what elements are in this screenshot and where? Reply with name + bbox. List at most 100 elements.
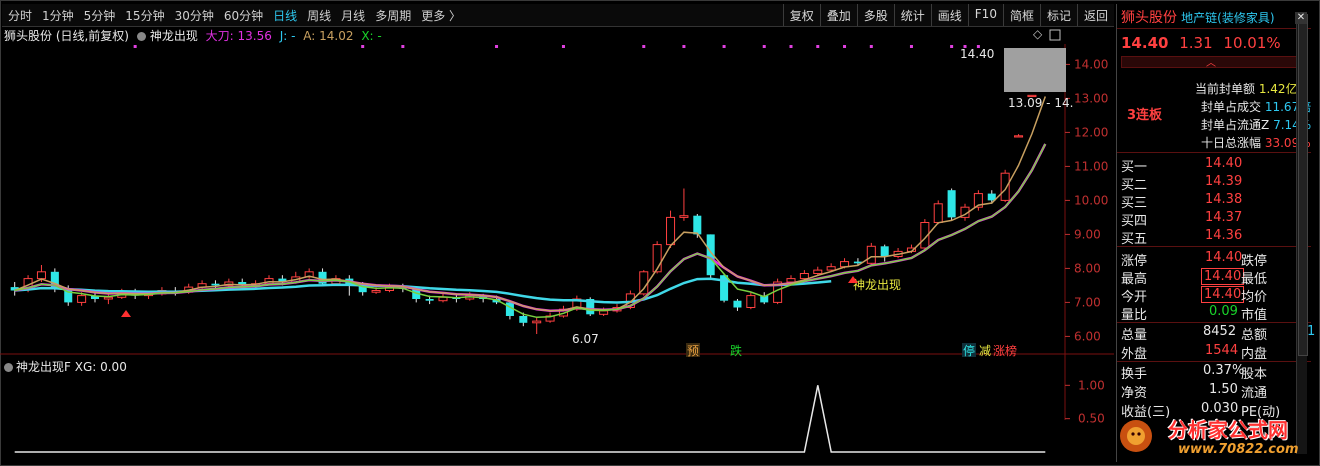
watermark-url: www.70822.com	[1178, 442, 1299, 457]
lb-label: 量比	[1121, 308, 1148, 323]
bid-row[interactable]: 买二 14.39	[1121, 174, 1315, 193]
candle-body	[826, 266, 836, 271]
vertical-scrollbar[interactable]	[1296, 14, 1308, 454]
signal-dot	[361, 45, 365, 48]
candle-body	[211, 283, 220, 286]
scrollbar-thumb[interactable]	[1298, 14, 1308, 356]
vol-value: 8452	[1203, 324, 1237, 339]
bid-row[interactable]: 买五 14.36	[1121, 228, 1315, 247]
vol-label: 总量	[1121, 328, 1148, 343]
signal-text-label: 神龙出现	[853, 278, 901, 292]
candle-body	[786, 278, 796, 283]
amt-value: 1	[1307, 324, 1316, 339]
candle[interactable]	[933, 200, 943, 225]
lt2-label: 流通	[1241, 386, 1268, 401]
candle-body	[599, 310, 609, 315]
buy-arrow-icon	[121, 310, 131, 317]
candle[interactable]	[733, 299, 742, 311]
y-tick-label: 9.00	[1074, 227, 1101, 241]
hs-label: 换手	[1121, 367, 1148, 382]
fengdan-value: 1.42亿	[1258, 82, 1298, 96]
candle[interactable]	[545, 312, 555, 323]
candle-body	[532, 320, 542, 324]
watermark-text: 分析家公式网	[1168, 418, 1288, 442]
jz-value: 1.50	[1209, 382, 1238, 397]
wp-value: 1544	[1205, 343, 1239, 358]
boards-badge: 3连板	[1127, 108, 1163, 123]
cj-label: 封单占成交	[1201, 100, 1262, 114]
y-tick-label: 8.00	[1074, 261, 1101, 275]
candle[interactable]	[746, 292, 756, 310]
y-tick-label: 13.00	[1074, 91, 1108, 105]
candle[interactable]	[679, 188, 689, 221]
yu-label: 预	[687, 344, 699, 358]
bid-row[interactable]: 买四 14.37	[1121, 210, 1315, 229]
y-tick-label: 10.00	[1074, 193, 1108, 207]
signal-dot	[909, 45, 913, 48]
candle[interactable]	[318, 268, 327, 286]
hi-label: 最高	[1121, 272, 1148, 287]
candle-body	[693, 215, 702, 235]
candlestick-chart[interactable]: 6.00 7.00 8.00 9.00 10.00 11.00 12.00 13.00 14.0…	[0, 0, 1116, 420]
watermark: 分析家公式网 www.70822.com	[1112, 410, 1312, 460]
bid-row[interactable]: 买一 14.40	[1121, 156, 1315, 175]
candle-body	[813, 269, 823, 275]
bid-row[interactable]: 买三 14.38	[1121, 192, 1315, 211]
candle[interactable]	[532, 317, 542, 335]
bid-label: 买一	[1121, 160, 1148, 175]
price-change: 1.31	[1179, 34, 1213, 52]
y-tick-label: 12.00	[1074, 125, 1108, 139]
candle-body	[1000, 172, 1010, 201]
zhangbang-label: 涨榜	[993, 343, 1017, 358]
lt-label: 封单占流通Z	[1201, 118, 1270, 132]
bid-label: 买三	[1121, 196, 1148, 211]
signal-dot	[133, 45, 137, 48]
lo-label: 最低	[1241, 272, 1268, 287]
maximize-icon[interactable]	[1049, 29, 1061, 41]
bid-price: 14.38	[1205, 192, 1243, 207]
candle-body	[371, 290, 381, 293]
y-tick-label: 11.00	[1074, 159, 1108, 173]
fengdan-label: 当前封单额	[1195, 82, 1256, 96]
candle-body	[733, 300, 742, 308]
signal-dot	[722, 45, 726, 48]
sector-name[interactable]: 地产链(装修家具)	[1181, 11, 1274, 25]
candle-body	[866, 245, 876, 264]
stock-name[interactable]: 狮头股份	[1121, 10, 1177, 26]
lower-indicator-toggle-icon[interactable]	[4, 363, 13, 372]
candle[interactable]	[224, 278, 234, 288]
candle[interactable]	[987, 190, 996, 204]
candle-body	[933, 203, 943, 224]
candle[interactable]	[760, 292, 769, 305]
sr-label: 十日总涨幅	[1201, 136, 1262, 150]
candle-body	[103, 296, 113, 300]
np-label: 内盘	[1241, 347, 1268, 362]
signal-dot	[816, 45, 820, 48]
signal-dot	[789, 45, 793, 48]
candle[interactable]	[880, 244, 889, 262]
close-icon[interactable]: ✕	[1295, 12, 1307, 24]
zt-label: 涨停	[1121, 254, 1148, 269]
collapse-bar[interactable]: ︿	[1121, 56, 1299, 69]
jz-label: 净资	[1121, 386, 1148, 401]
bid-price: 14.36	[1205, 228, 1243, 243]
lb-value: 0.09	[1209, 304, 1238, 319]
signal-dot	[869, 45, 873, 48]
lower-indicator-name[interactable]: 神龙出现F	[16, 360, 71, 374]
candle-body	[799, 273, 809, 280]
signal-dot	[495, 45, 499, 48]
price-highlight-box	[1004, 48, 1066, 92]
bid-label: 买四	[1121, 214, 1148, 229]
candle[interactable]	[1014, 134, 1024, 138]
bid-price: 14.40	[1205, 156, 1243, 171]
candle[interactable]	[438, 293, 448, 303]
candle[interactable]	[866, 242, 876, 265]
candle[interactable]	[947, 188, 956, 221]
lower-xg-value: XG: 0.00	[74, 360, 127, 374]
high-price-label: 14.40	[960, 47, 994, 61]
die-label: 跌	[730, 343, 742, 358]
chevron-up-icon: ︿	[1206, 58, 1216, 69]
open-value: 14.40	[1201, 286, 1245, 303]
diamond-icon[interactable]: ◇	[1033, 27, 1043, 41]
lower-legend: 神龙出现F XG: 0.00	[4, 358, 127, 375]
